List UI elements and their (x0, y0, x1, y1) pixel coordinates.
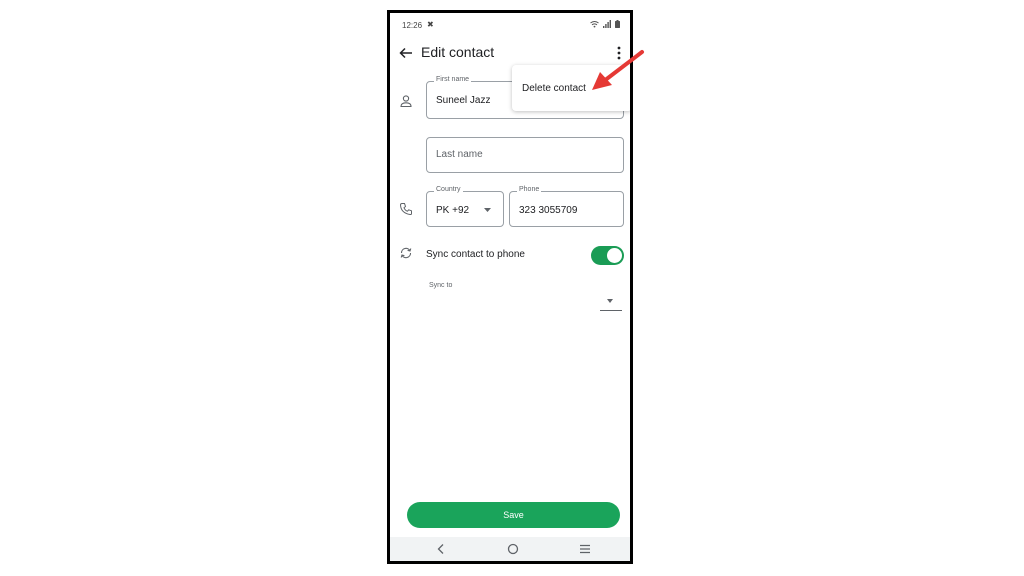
toggle-knob (607, 248, 622, 263)
signal-icon (603, 20, 611, 28)
status-time: 12:26 (402, 21, 423, 30)
battery-icon (615, 20, 620, 28)
system-icons (590, 20, 620, 28)
first-name-value: Suneel Jazz (436, 95, 491, 106)
wifi-icon (590, 21, 599, 28)
page-title: Edit contact (421, 44, 495, 60)
nav-back-icon[interactable] (434, 542, 448, 556)
first-name-label: First name (434, 76, 472, 83)
save-button[interactable]: Save (407, 502, 620, 528)
last-name-field[interactable]: Last name (426, 137, 624, 173)
nav-recents-icon[interactable] (578, 542, 592, 556)
sync-to-select[interactable] (600, 296, 622, 311)
phone-field[interactable]: Phone 323 3055709 (509, 186, 624, 227)
sync-toggle[interactable] (591, 246, 624, 265)
annotation-arrow-icon (592, 50, 644, 90)
country-select[interactable]: Country PK +92 (426, 186, 504, 227)
dropdown-caret-icon (607, 299, 613, 303)
phone-icon (399, 203, 412, 216)
last-name-placeholder: Last name (436, 149, 483, 160)
phone-value: 323 3055709 (519, 205, 578, 216)
back-arrow-icon[interactable] (398, 45, 414, 61)
dropdown-caret-icon (484, 208, 491, 212)
country-label: Country (434, 186, 463, 193)
sync-contact-label: Sync contact to phone (426, 249, 525, 260)
close-x-icon: ✖ (427, 20, 434, 29)
phone-label: Phone (517, 186, 542, 193)
nav-home-icon[interactable] (506, 542, 520, 556)
navigation-bar (390, 537, 630, 561)
country-value: PK +92 (436, 205, 470, 216)
delete-contact-menu-item[interactable]: Delete contact (522, 83, 586, 94)
person-icon (400, 95, 412, 108)
sync-icon (400, 247, 412, 259)
sync-to-label: Sync to (429, 282, 453, 289)
status-bar: 12:26 ✖ (390, 13, 630, 37)
